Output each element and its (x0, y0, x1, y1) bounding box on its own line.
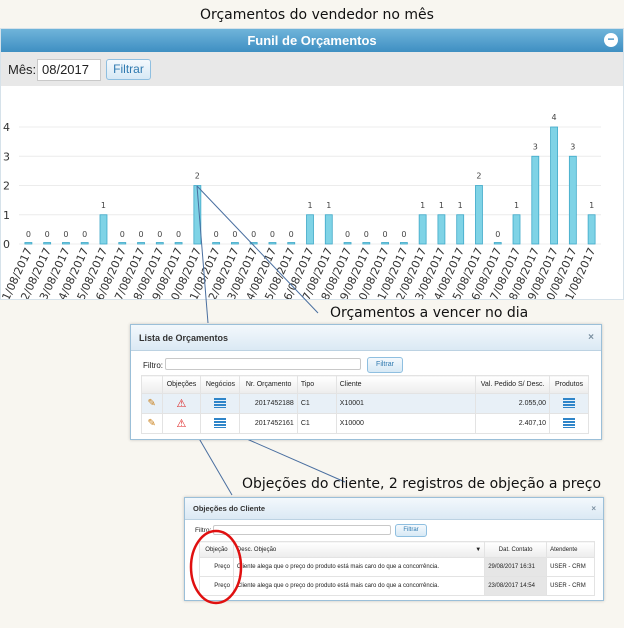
lista-title: Lista de Orçamentos (139, 333, 229, 343)
cell-data: 29/08/2017 16:31 (484, 557, 548, 577)
col-objecoes[interactable]: Objeções (161, 375, 202, 394)
lista-filter-input[interactable] (165, 358, 361, 370)
obj-header: Objeções do Cliente × (185, 498, 603, 520)
col-valor[interactable]: Val. Pedido S/ Desc. (475, 375, 550, 394)
sort-desc-icon: ▼ (475, 546, 482, 553)
list-icon[interactable] (549, 413, 589, 434)
warning-icon[interactable]: ⚠ (161, 413, 202, 434)
warning-icon[interactable]: ⚠ (161, 393, 202, 414)
caption-bottom: Objeções do cliente, 2 registros de obje… (242, 476, 602, 492)
objecoes-table: Objeção Desc. Objeção ▼ Dat. Contato Aten… (199, 541, 595, 596)
lista-header-row: Objeções Negócios Nr. Orçamento Tipo Cli… (141, 375, 589, 394)
cell-cliente: X10001 (335, 393, 477, 414)
lista-table: Objeções Negócios Nr. Orçamento Tipo Cli… (141, 375, 589, 434)
edit-icon[interactable]: ✎ (141, 393, 163, 414)
list-icon[interactable] (200, 393, 241, 414)
table-row[interactable]: Preço Cliente alega que o preço do produ… (199, 576, 595, 596)
col-edit (141, 375, 163, 394)
cell-atendente: USER - CRM (546, 576, 595, 596)
edit-icon[interactable]: ✎ (141, 413, 163, 434)
line-to-lista-left (196, 185, 209, 324)
obj-title: Objeções do Cliente (193, 504, 266, 513)
cell-numero: 2017452161 (239, 413, 298, 434)
col-atendente[interactable]: Atendente (546, 541, 595, 558)
cell-tipo: C1 (296, 413, 337, 434)
cell-atendente: USER - CRM (546, 557, 595, 577)
col-cliente[interactable]: Cliente (335, 375, 477, 394)
lista-orcamentos-window: Lista de Orçamentos × Filtro: Filtrar Ob… (130, 324, 602, 440)
obj-header-row: Objeção Desc. Objeção ▼ Dat. Contato Aten… (199, 541, 595, 558)
table-row[interactable]: ✎ ⚠ 2017452188 C1 X10001 2.055,00 (141, 393, 589, 414)
cell-data: 23/08/2017 14:54 (484, 576, 548, 596)
objecoes-window: Objeções do Cliente × Filtro: Filtrar Ob… (184, 497, 604, 601)
cell-cliente: X10000 (335, 413, 477, 434)
list-icon[interactable] (549, 393, 589, 414)
cell-desc: Cliente alega que o preço do produto est… (232, 576, 486, 596)
col-tipo[interactable]: Tipo (296, 375, 337, 394)
table-row[interactable]: Preço Cliente alega que o preço do produ… (199, 557, 595, 577)
col-dat-contato[interactable]: Dat. Contato (484, 541, 548, 558)
list-icon[interactable] (200, 413, 241, 434)
cell-valor: 2.407,10 (475, 413, 550, 434)
close-icon[interactable]: × (588, 325, 594, 351)
caption-mid: Orçamentos a vencer no dia (330, 305, 529, 321)
col-nr-orcamento[interactable]: Nr. Orçamento (239, 375, 298, 394)
cell-tipo: C1 (296, 393, 337, 414)
col-produtos[interactable]: Produtos (549, 375, 589, 394)
cell-numero: 2017452188 (239, 393, 298, 414)
lista-filter-label: Filtro: (143, 361, 163, 370)
col-negocios[interactable]: Negócios (200, 375, 241, 394)
lista-header: Lista de Orçamentos × (131, 325, 601, 351)
table-row[interactable]: ✎ ⚠ 2017452161 C1 X10000 2.407,10 (141, 413, 589, 434)
cell-desc: Cliente alega que o preço do produto est… (232, 557, 486, 577)
col-desc-objecao[interactable]: Desc. Objeção ▼ (232, 541, 486, 558)
cell-valor: 2.055,00 (475, 393, 550, 414)
lista-filter-button[interactable]: Filtrar (367, 357, 403, 373)
highlight-ellipse (189, 529, 243, 605)
close-icon[interactable]: × (591, 498, 596, 520)
obj-filter-button[interactable]: Filtrar (395, 524, 427, 537)
line-to-lista-right (196, 185, 319, 314)
